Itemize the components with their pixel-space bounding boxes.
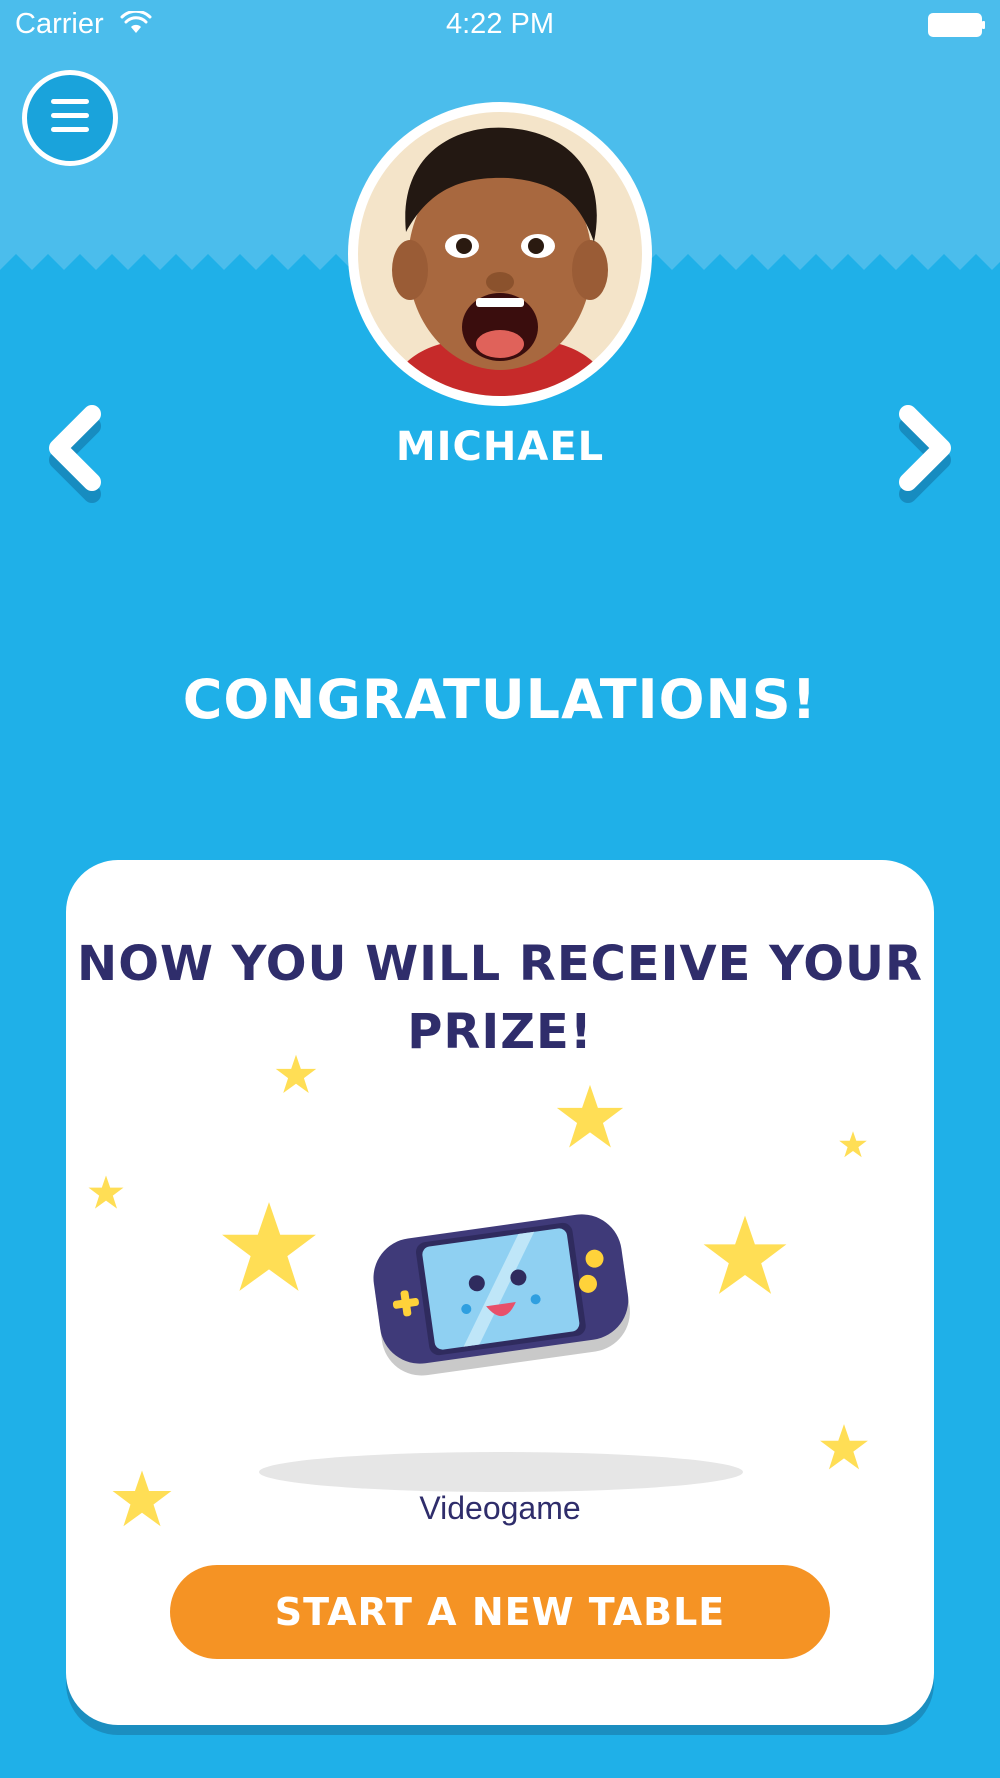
pedestal-shadow xyxy=(259,1452,743,1492)
prize-title-line2: PRIZE! xyxy=(407,1004,593,1060)
star-icon xyxy=(88,1175,124,1209)
profile-name: MICHAEL xyxy=(395,424,605,470)
prize-title: NOW YOU WILL RECEIVE YOUR PRIZE! xyxy=(66,930,934,1066)
hamburger-menu-icon xyxy=(51,99,89,104)
star-icon xyxy=(703,1215,787,1294)
avatar-photo xyxy=(358,112,642,396)
videogame-console-icon xyxy=(373,1214,630,1376)
status-bar: Carrier 4:22 PM xyxy=(0,0,1000,50)
star-icon xyxy=(820,1424,868,1470)
prize-title-line1: NOW YOU WILL RECEIVE YOUR xyxy=(77,936,923,992)
prize-card: NOW YOU WILL RECEIVE YOUR PRIZE! Videoga… xyxy=(66,860,934,1725)
star-icon xyxy=(275,1054,317,1094)
congratulations-heading: CONGRATULATIONS! xyxy=(182,668,818,731)
prize-name: Videogame xyxy=(419,1490,581,1526)
star-icon xyxy=(839,1131,867,1158)
battery-icon xyxy=(928,13,985,37)
status-time: 4:22 PM xyxy=(446,8,554,40)
start-new-table-button[interactable]: START A NEW TABLE xyxy=(170,1565,830,1659)
chevron-left-icon[interactable] xyxy=(40,398,110,508)
menu-button[interactable] xyxy=(22,70,118,166)
avatar xyxy=(348,102,652,406)
hamburger-menu-icon xyxy=(51,127,89,132)
hamburger-menu-icon xyxy=(51,113,89,118)
chevron-right-icon[interactable] xyxy=(890,398,960,508)
star-icon xyxy=(222,1202,316,1291)
star-icon xyxy=(556,1084,624,1148)
